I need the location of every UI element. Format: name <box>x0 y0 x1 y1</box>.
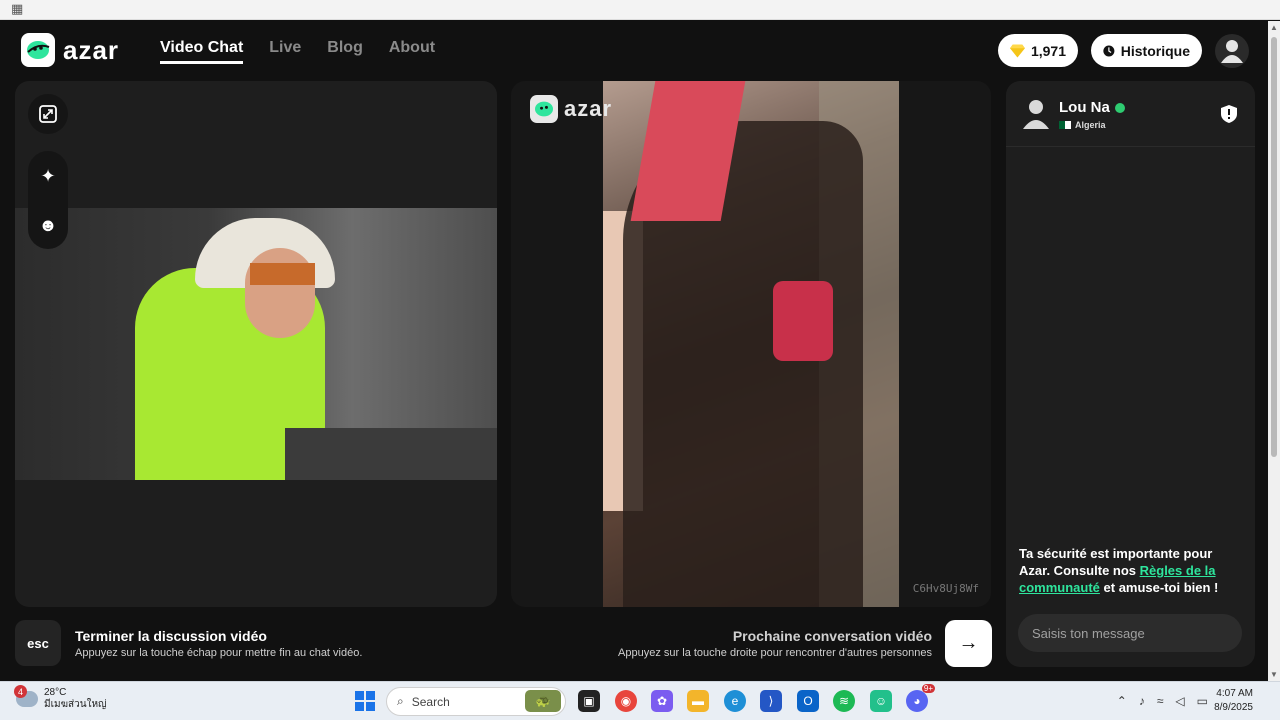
next-chat-title: Prochaine conversation vidéo <box>732 628 932 644</box>
arrow-right-icon: → <box>958 632 979 654</box>
edge-icon[interactable]: e <box>724 690 746 712</box>
end-chat-title: Terminer la discussion vidéo <box>75 628 267 644</box>
video-headband <box>250 263 315 285</box>
algeria-flag-icon <box>1059 121 1071 129</box>
apps-grid-icon[interactable]: ▦ <box>11 0 23 18</box>
next-chat-hint: Appuyez sur la touche droite pour rencon… <box>618 647 932 659</box>
file-explorer-icon[interactable]: ▬ <box>687 690 709 712</box>
report-shield-icon[interactable] <box>1221 105 1237 123</box>
clock-date: 8/9/2025 <box>1214 702 1253 713</box>
video-red-patch <box>773 281 833 361</box>
azar-watermark: azar <box>530 95 612 123</box>
peer-name[interactable]: Lou Na <box>1059 99 1125 116</box>
expand-icon <box>39 105 57 123</box>
weather-widget[interactable]: 4 28°C มีเมฆส่วนใหญ่ <box>14 685 107 711</box>
azar-logo-icon <box>21 33 55 67</box>
discord-icon[interactable]: 9+ ◕ <box>906 684 935 712</box>
weather-desc: มีเมฆส่วนใหญ่ <box>44 699 107 710</box>
main-nav: Video Chat Live Blog About <box>160 39 435 64</box>
safety-notice: Ta sécurité est importante pour Azar. Co… <box>1019 545 1245 596</box>
nav-video-chat[interactable]: Video Chat <box>160 39 244 64</box>
scrollbar-thumb[interactable] <box>1271 37 1277 457</box>
remote-video-panel: azar C6Hv8Uj8Wf <box>511 81 991 607</box>
outlook-icon[interactable]: O <box>797 690 819 712</box>
sparkle-icon[interactable]: ✦ <box>40 167 55 185</box>
peer-country: Algeria <box>1059 120 1106 130</box>
session-code: C6Hv8Uj8Wf <box>912 582 979 595</box>
azar-logo-text: azar <box>63 34 120 65</box>
end-chat-hint: Appuyez sur la touche échap pour mettre … <box>75 647 363 659</box>
safety-suffix: et amuse-toi bien ! <box>1099 580 1219 595</box>
watermark-logo-icon <box>530 95 558 123</box>
nav-blog[interactable]: Blog <box>327 39 363 64</box>
chat-panel: Lou Na Algeria Ta sécurité est important… <box>1006 81 1255 667</box>
gems-button[interactable]: 1,971 <box>998 34 1078 67</box>
azar-app: azar Video Chat Live Blog About 1,971 Hi… <box>0 21 1268 681</box>
remote-video-feed <box>603 81 899 607</box>
history-label: Historique <box>1120 42 1190 59</box>
self-video-panel: ✦ ☻ <box>15 81 497 607</box>
vscode-icon[interactable]: ⟩ <box>760 690 782 712</box>
message-input[interactable] <box>1018 614 1242 652</box>
windows-start-icon[interactable] <box>355 691 375 711</box>
peer-avatar-icon <box>1023 100 1049 129</box>
task-view-icon[interactable]: ▣ <box>578 690 600 712</box>
spotify-icon[interactable]: ≋ <box>833 690 855 712</box>
self-video-feed <box>15 208 497 480</box>
verified-badge-icon <box>1114 102 1125 113</box>
effects-toolbar: ✦ ☻ <box>28 151 68 249</box>
weather-badge: 4 <box>14 685 27 698</box>
system-tray: ⌃ ♪ ≈ ◁ ▭ <box>1117 694 1208 708</box>
copilot-icon[interactable]: ✿ <box>651 690 673 712</box>
microphone-icon[interactable]: ♪ <box>1139 694 1145 708</box>
watermark-text: azar <box>564 96 613 121</box>
nav-live[interactable]: Live <box>269 39 301 64</box>
azar-logo[interactable]: azar <box>21 33 119 67</box>
chevron-up-icon[interactable]: ⌃ <box>1117 694 1127 708</box>
wifi-icon[interactable]: ≈ <box>1157 694 1164 708</box>
windows-taskbar: 4 28°C มีเมฆส่วนใหญ่ ⌕ Search 🐢 ▣ ◉ ✿ ▬ … <box>0 681 1280 720</box>
next-button[interactable]: → <box>945 620 992 667</box>
search-placeholder: Search <box>411 694 450 709</box>
video-person-head <box>245 248 315 338</box>
discord-badge: 9+ <box>921 684 935 693</box>
user-icon <box>1221 40 1243 63</box>
battery-icon[interactable]: ▭ <box>1197 694 1208 708</box>
history-button[interactable]: Historique <box>1091 34 1202 67</box>
page-scrollbar[interactable]: ▲ ▼ <box>1268 21 1280 681</box>
browser-top-strip: ▦ <box>0 0 1280 20</box>
expand-button[interactable] <box>28 94 68 134</box>
scroll-down-icon[interactable]: ▼ <box>1270 670 1278 679</box>
clock-time: 4:07 AM <box>1216 688 1253 699</box>
esc-key-button[interactable]: esc <box>15 620 61 666</box>
peer-name-text: Lou Na <box>1059 99 1110 116</box>
gem-icon <box>1010 43 1025 58</box>
scroll-up-icon[interactable]: ▲ <box>1270 23 1278 32</box>
clock-icon <box>1103 44 1115 57</box>
peer-info: Lou Na Algeria <box>1006 81 1255 147</box>
peer-country-text: Algeria <box>1075 120 1106 130</box>
face-filter-icon[interactable]: ☻ <box>39 216 58 234</box>
weather-temp: 28°C <box>44 687 67 698</box>
system-clock[interactable]: 4:07 AM 8/9/2025 <box>1214 687 1253 715</box>
search-icon: ⌕ <box>397 694 404 708</box>
cloud-icon: 4 <box>14 685 38 707</box>
chat-app-icon[interactable]: ☺ <box>870 690 892 712</box>
gems-count: 1,971 <box>1030 42 1066 59</box>
volume-icon[interactable]: ◁ <box>1175 694 1184 708</box>
taskbar-widget-turtle-icon[interactable]: 🐢 <box>525 690 561 712</box>
video-laptop <box>285 428 497 480</box>
profile-avatar[interactable] <box>1215 34 1249 68</box>
chrome-icon[interactable]: ◉ <box>615 690 637 712</box>
nav-about[interactable]: About <box>389 39 435 64</box>
